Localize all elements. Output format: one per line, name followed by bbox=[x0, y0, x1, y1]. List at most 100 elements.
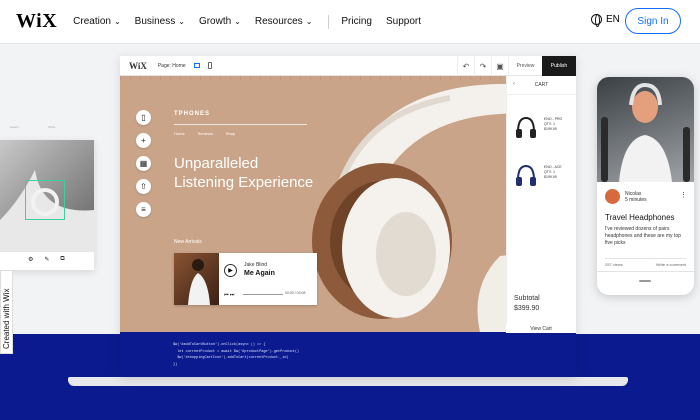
laptop-base bbox=[68, 377, 628, 386]
write-comment-link[interactable]: Write a comment bbox=[656, 262, 686, 267]
database-icon[interactable]: ≡ bbox=[136, 202, 151, 217]
language-label: EN bbox=[606, 14, 620, 25]
wix-logo[interactable]: WiX bbox=[16, 10, 57, 33]
view-cart-button[interactable]: View Cart bbox=[506, 324, 576, 333]
crop-icon[interactable]: ⧉ bbox=[60, 256, 64, 263]
undo-icon[interactable]: ↶ bbox=[457, 56, 474, 76]
editor-toolbar: WiX Page: Home ↶ ↷ ▣ Preview Publish bbox=[120, 56, 576, 76]
upload-icon[interactable]: ⇧ bbox=[136, 179, 151, 194]
phone-divider bbox=[597, 271, 694, 272]
desktop-icon[interactable] bbox=[193, 63, 200, 68]
chevron-left-icon[interactable]: ‹ bbox=[513, 81, 515, 87]
chevron-down-icon: ⌄ bbox=[234, 17, 241, 26]
play-button[interactable]: ▶ bbox=[224, 264, 237, 277]
site-nav-shop[interactable]: Shop bbox=[226, 131, 235, 136]
editor-window: WiX Page: Home ↶ ↷ ▣ Preview Publish ▯ +… bbox=[120, 56, 576, 377]
settings-icon[interactable]: ⚙ bbox=[28, 256, 33, 263]
headphone-thumb-icon bbox=[514, 162, 538, 190]
avatar bbox=[605, 189, 620, 204]
preview-button[interactable]: Preview bbox=[508, 56, 542, 76]
site-nav: Home Reviews Shop bbox=[174, 131, 235, 136]
nav-support[interactable]: Support bbox=[386, 16, 421, 27]
cart-panel: ‹ CART ENO - PRO QTY: 1 $199.95 ENO - AC… bbox=[506, 76, 576, 332]
nav-divider bbox=[328, 14, 330, 29]
code-line: }) bbox=[173, 362, 178, 367]
language-selector[interactable]: EN bbox=[591, 14, 620, 27]
nav-creation[interactable]: Creation ⌄ bbox=[73, 16, 121, 27]
sign-in-button[interactable]: Sign In bbox=[625, 8, 681, 34]
grid-label: Lorem bbox=[10, 125, 19, 129]
created-with-text: Created with Wix bbox=[2, 288, 11, 349]
runner-graphic bbox=[188, 259, 210, 305]
author-info: Nicolas 5 minutes bbox=[625, 191, 647, 203]
site-divider bbox=[174, 124, 307, 125]
code-snippet: $w('#addToCartButton').onClick(async () … bbox=[120, 332, 576, 377]
song-title: Me Again bbox=[244, 270, 275, 277]
artist-name: Jake Blind bbox=[244, 262, 268, 268]
site-nav-reviews[interactable]: Reviews bbox=[198, 131, 213, 136]
nav-resources-label: Resources bbox=[254, 16, 303, 27]
nav-pricing[interactable]: Pricing bbox=[341, 16, 372, 27]
pages-icon[interactable]: ▯ bbox=[136, 110, 151, 125]
cart-item-price: $199.95 bbox=[544, 175, 557, 179]
artist-image bbox=[174, 253, 219, 305]
hero-line-2: Listening Experience bbox=[174, 174, 314, 191]
image-controls: ⚙ ✎ ⧉ bbox=[28, 256, 65, 263]
chevron-down-icon: ⌄ bbox=[305, 17, 313, 26]
blue-headphones-graphic bbox=[516, 164, 536, 186]
mobile-icon[interactable] bbox=[207, 62, 212, 69]
publish-button[interactable]: Publish bbox=[542, 56, 576, 76]
created-with-wix-badge[interactable]: Created with Wix bbox=[0, 270, 13, 354]
cart-title: CART bbox=[534, 82, 549, 88]
site-name: TPHONES bbox=[174, 111, 211, 117]
woman-with-headphones-graphic bbox=[601, 82, 690, 182]
cart-item-price: $199.95 bbox=[544, 127, 557, 131]
nav-growth[interactable]: Growth ⌄ bbox=[199, 16, 241, 27]
apps-icon[interactable]: ▦ bbox=[136, 156, 151, 171]
top-nav: WiX Creation ⌄ Business ⌄ Growth ⌄ Resource… bbox=[0, 0, 700, 44]
post-excerpt: I've reviewed dozens of pairs headphones… bbox=[605, 226, 681, 246]
post-divider bbox=[605, 258, 686, 259]
cart-item-meta: ENO - PRO QTY: 1 $199.95 bbox=[544, 117, 562, 132]
editor-actions: ↶ ↷ ▣ Preview Publish bbox=[457, 56, 576, 76]
post-title[interactable]: Travel Headphones bbox=[605, 213, 675, 222]
nav-business[interactable]: Business ⌄ bbox=[135, 16, 185, 27]
chevron-down-icon: ⌄ bbox=[178, 17, 185, 26]
progress-bar[interactable] bbox=[243, 294, 283, 295]
more-options-icon[interactable]: ⋮ bbox=[680, 191, 687, 199]
headphone-thumb-icon bbox=[514, 114, 538, 142]
image-edit-card: ⚙ ✎ ⧉ bbox=[0, 140, 94, 270]
black-headphones-graphic bbox=[516, 116, 536, 138]
subtotal-value: $399.90 bbox=[514, 305, 540, 312]
blog-cover-image bbox=[597, 77, 694, 182]
chevron-down-icon: ⌄ bbox=[113, 17, 121, 26]
add-icon[interactable]: + bbox=[136, 133, 151, 148]
globe-icon bbox=[591, 14, 602, 27]
grid-label: Price bbox=[48, 125, 56, 129]
selection-box[interactable] bbox=[25, 180, 65, 220]
nav-creation-label: Creation bbox=[73, 16, 111, 27]
subtotal-label: Subtotal bbox=[514, 295, 540, 302]
redo-icon[interactable]: ↷ bbox=[474, 56, 491, 76]
read-time: 5 minutes bbox=[625, 196, 647, 203]
player-time: 00:00 / 03:08 bbox=[285, 291, 306, 295]
post-author[interactable]: Nicolas 5 minutes bbox=[605, 189, 647, 204]
nav-business-label: Business bbox=[134, 16, 176, 27]
player-skip-icons[interactable]: ⏮ ⏭ bbox=[224, 292, 234, 298]
editor-logo: WiX bbox=[129, 60, 147, 71]
site-nav-home[interactable]: Home bbox=[174, 131, 185, 136]
hero-heading: Unparalleled Listening Experience bbox=[174, 154, 313, 192]
nav-growth-label: Growth bbox=[198, 16, 232, 27]
pencil-icon[interactable]: ✎ bbox=[44, 256, 49, 263]
page-selector[interactable]: Page: Home bbox=[158, 63, 186, 69]
save-icon[interactable]: ▣ bbox=[491, 56, 508, 76]
phone-mockup: Nicolas 5 minutes ⋮ Travel Headphones I'… bbox=[597, 77, 694, 295]
post-views: 257 views bbox=[605, 262, 623, 267]
hero-line-1: Unparalleled bbox=[174, 155, 259, 172]
cart-header: ‹ CART bbox=[507, 76, 576, 95]
sculpture-image bbox=[0, 140, 94, 252]
cart-item[interactable]: ENO - ACE QTY: 1 $199.95 bbox=[514, 162, 574, 192]
cart-item[interactable]: ENO - PRO QTY: 1 $199.95 bbox=[514, 114, 574, 144]
nav-resources[interactable]: Resources ⌄ bbox=[255, 16, 313, 27]
cart-item-meta: ENO - ACE QTY: 1 $199.95 bbox=[544, 165, 562, 180]
